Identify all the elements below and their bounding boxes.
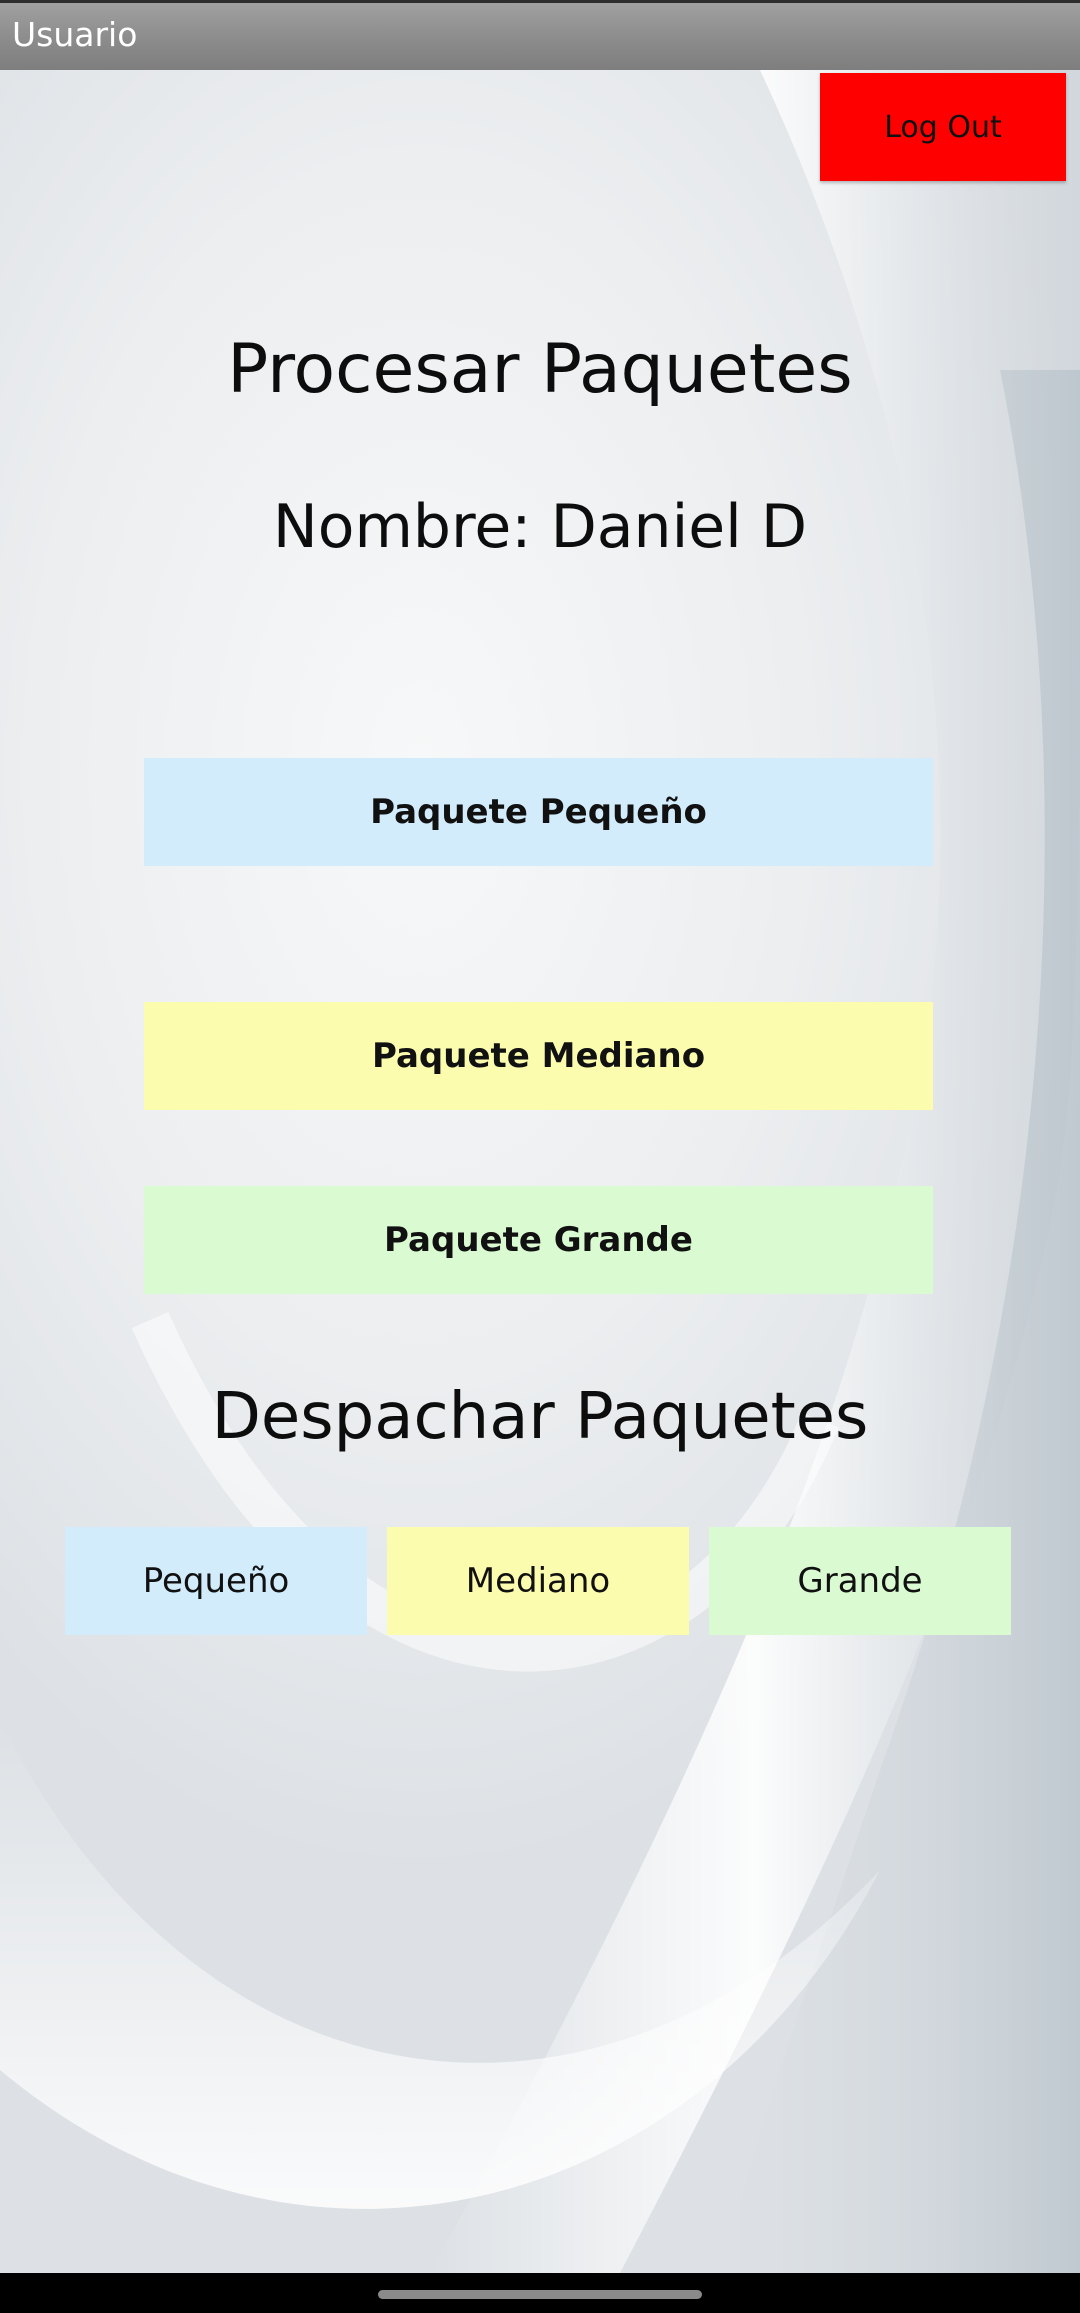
logout-button[interactable]: Log Out [820, 73, 1066, 181]
dispatch-large-button[interactable]: Grande [709, 1527, 1011, 1635]
screen: Usuario Log Out Procesar Paquetes Nombre… [0, 0, 1080, 2313]
home-gesture-handle[interactable] [378, 2290, 702, 2299]
small-package-button[interactable]: Paquete Pequeño [144, 758, 933, 866]
dispatch-small-button[interactable]: Pequeño [65, 1527, 367, 1635]
system-navigation-bar [0, 2273, 1080, 2313]
process-packages-title: Procesar Paquetes [227, 330, 853, 409]
app-bar-title: Usuario [12, 15, 138, 54]
user-name-label: Nombre: Daniel D [272, 492, 808, 562]
dispatch-packages-title: Despachar Paquetes [211, 1380, 869, 1454]
app-bar: Usuario [0, 0, 1080, 70]
medium-package-button[interactable]: Paquete Mediano [144, 1002, 933, 1110]
large-package-button[interactable]: Paquete Grande [144, 1186, 933, 1294]
dispatch-medium-button[interactable]: Mediano [387, 1527, 689, 1635]
